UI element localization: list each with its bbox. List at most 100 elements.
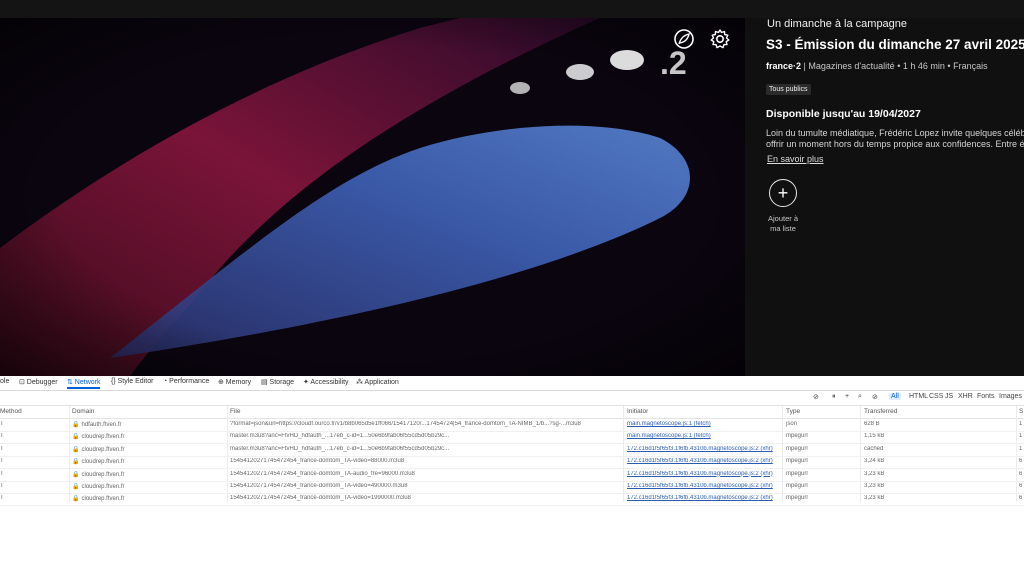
domain-text: hdfauth.ftven.fr: [81, 422, 122, 428]
cell-file: master.m3u8?anc=FtvHD_hdfauth_...17eb_c-…: [230, 433, 450, 440]
cell-size: 1: [1019, 433, 1023, 440]
episode-title: S3 - Émission du dimanche 27 avril 2025: [766, 37, 1024, 52]
column-domain[interactable]: Domain: [72, 408, 94, 415]
filter-js[interactable]: JS: [945, 393, 953, 400]
cell-method: T: [0, 445, 4, 452]
column-size[interactable]: S: [1019, 408, 1023, 415]
devtools-panel: ole ⊡ Debugger ⇅ Network {} Style Editor…: [0, 376, 1024, 581]
cell-method: T: [0, 421, 4, 427]
cell-size: 6: [1019, 458, 1023, 465]
lock-icon: 🔒: [72, 459, 80, 466]
tab-accessibility[interactable]: ✦ Accessibility: [303, 378, 349, 386]
column-transferred[interactable]: Transferred: [864, 408, 897, 415]
tab-performance[interactable]: ◔ Performance: [163, 378, 209, 385]
cell-type: mpegurl: [786, 458, 808, 465]
availability: Disponible jusqu'au 19/04/2027: [766, 108, 921, 120]
domain-text: cloudrep.ftven.fr: [81, 459, 125, 466]
tab-debugger[interactable]: ⊡ Debugger: [19, 378, 58, 386]
add-to-list-button[interactable]: +: [769, 179, 797, 207]
cell-type: mpegurl: [786, 433, 808, 440]
lock-icon: 🔒: [72, 471, 80, 478]
cell-type: json: [786, 421, 798, 427]
table-row[interactable]: T 🔒 cloudrep.ftven.fr master.m3u8?anc=FtvHD…: [0, 444, 1024, 457]
cell-file: master.m3u8?anc=FtvHD_hdfauth_...17eb_c-…: [230, 445, 450, 452]
duration: 1 h 46 min: [902, 61, 945, 71]
column-type[interactable]: Type: [786, 408, 800, 415]
cell-initiator[interactable]: 172.c16d1f5f65f3.1f6fb.4310b.magnetoscop…: [627, 446, 773, 452]
table-row[interactable]: T 🔒 cloudrep.ftven.fr master.m3u8?anc=FtvHD…: [0, 431, 1024, 445]
cell-file: 15454120271745472454_france-domtom_TA-vi…: [230, 483, 408, 489]
cell-size: 6: [1019, 495, 1023, 502]
column-initiator[interactable]: Initiator: [627, 408, 648, 415]
genre: Magazines d'actualité: [808, 61, 895, 71]
cell-method: T: [0, 483, 4, 489]
video-player[interactable]: .2: [0, 18, 745, 376]
cell-size: 6: [1019, 483, 1023, 489]
tab-console[interactable]: ole: [0, 378, 9, 385]
domain-text: cloudrep.ftven.fr: [81, 496, 125, 503]
pause-icon[interactable]: ⏸: [832, 393, 836, 401]
table-row[interactable]: T 🔒 cloudrep.ftven.fr 15454120271745472454_…: [0, 481, 1024, 494]
cell-domain: 🔒 cloudrep.ftven.fr: [72, 471, 125, 478]
table-row[interactable]: T 🔒 hdfauth.ftven.fr ?format=json&url=https…: [0, 419, 1024, 432]
filter-images[interactable]: Images: [999, 393, 1022, 400]
search-icon[interactable]: ⌕: [858, 393, 862, 401]
filter-fonts[interactable]: Fonts: [977, 393, 995, 400]
tab-network[interactable]: ⇅ Network: [67, 378, 101, 389]
tab-memory[interactable]: ⊕ Memory: [218, 378, 251, 386]
clear-icon[interactable]: ⊘: [813, 393, 819, 401]
meta-dot: •: [947, 61, 951, 71]
block-icon[interactable]: ⊘: [872, 393, 878, 401]
cell-initiator[interactable]: 172.c16d1f5f65f3.1f6fb.4310b.magnetoscop…: [627, 458, 773, 464]
domain-text: cloudrep.ftven.fr: [81, 471, 125, 478]
leaf-icon[interactable]: [673, 28, 695, 50]
cell-transferred: 3,23 kB: [864, 495, 885, 502]
cell-initiator[interactable]: main.magnetoscope.js:1 (fetch): [627, 433, 711, 439]
gear-icon[interactable]: [709, 28, 731, 50]
tab-storage[interactable]: ▤ Storage: [261, 378, 294, 386]
lock-icon: 🔒: [72, 484, 80, 490]
cell-size: 6: [1019, 470, 1023, 477]
filter-html[interactable]: HTML: [909, 393, 928, 400]
cell-initiator[interactable]: 172.c16d1f5f65f3.1f6fb.4310b.magnetoscop…: [627, 471, 773, 477]
filter-css[interactable]: CSS: [929, 393, 943, 400]
column-method[interactable]: Method: [0, 408, 22, 415]
cell-type: mpegurl: [786, 470, 808, 477]
episode-meta: france·2 | Magazines d'actualité • 1 h 4…: [766, 61, 988, 71]
cell-file: ?format=json&url=https://cloudf.ourco.fr…: [230, 421, 581, 427]
table-row[interactable]: T 🔒 cloudrep.ftven.fr 15454120271745472454_…: [0, 469, 1024, 482]
table-row[interactable]: T 🔒 cloudrep.ftven.fr 15454120271745472454_…: [0, 456, 1024, 470]
meta-separator: |: [803, 61, 806, 71]
tab-style-editor[interactable]: {} Style Editor: [111, 378, 153, 385]
cell-domain: 🔒 hdfauth.ftven.fr: [72, 421, 122, 428]
add-to-list-label: Ajouter à ma liste: [767, 214, 799, 233]
add-filter-icon[interactable]: +: [845, 393, 849, 400]
cell-initiator[interactable]: 172.c16d1f5f65f3.1f6fb.4310b.magnetoscop…: [627, 495, 773, 501]
cell-file: 15454120271745472454_france-domtom_TA-vi…: [230, 458, 405, 465]
lock-icon: 🔒: [72, 434, 80, 441]
program-info-panel: Un dimanche à la campagne S3 - Émission …: [745, 18, 1024, 376]
filter-all[interactable]: All: [889, 393, 901, 400]
cell-file: 15454120271745472454_france-domtom_TA-vi…: [230, 495, 411, 502]
cell-initiator[interactable]: main.magnetoscope.js:1 (fetch): [627, 421, 711, 427]
filter-xhr[interactable]: XHR: [958, 393, 973, 400]
language: Français: [953, 61, 988, 71]
more-info-link[interactable]: En savoir plus: [767, 154, 824, 164]
lock-icon: 🔒: [72, 422, 80, 428]
cell-initiator[interactable]: 172.c16d1f5f65f3.1f6fb.4310b.magnetoscop…: [627, 483, 773, 489]
domain-text: cloudrep.ftven.fr: [81, 446, 125, 453]
cell-domain: 🔒 cloudrep.ftven.fr: [72, 458, 125, 465]
rating-badge: Tous publics: [766, 84, 811, 95]
lock-icon: 🔒: [72, 496, 80, 503]
column-file[interactable]: File: [230, 408, 240, 415]
cell-domain: 🔒 cloudrep.ftven.fr: [72, 433, 125, 440]
table-row[interactable]: T 🔒 cloudrep.ftven.fr 15454120271745472454_…: [0, 493, 1024, 507]
meta-dot: •: [897, 61, 901, 71]
tab-application[interactable]: ⁂ Application: [356, 378, 399, 386]
cell-transferred: 3,23 kB: [864, 470, 885, 477]
cell-method: T: [0, 433, 4, 440]
cell-method: T: [0, 458, 4, 465]
program-name[interactable]: Un dimanche à la campagne: [767, 18, 907, 30]
cell-file: 15454120271745472454_france-domtom_TA-au…: [230, 470, 415, 477]
cell-transferred: cached: [864, 445, 884, 452]
